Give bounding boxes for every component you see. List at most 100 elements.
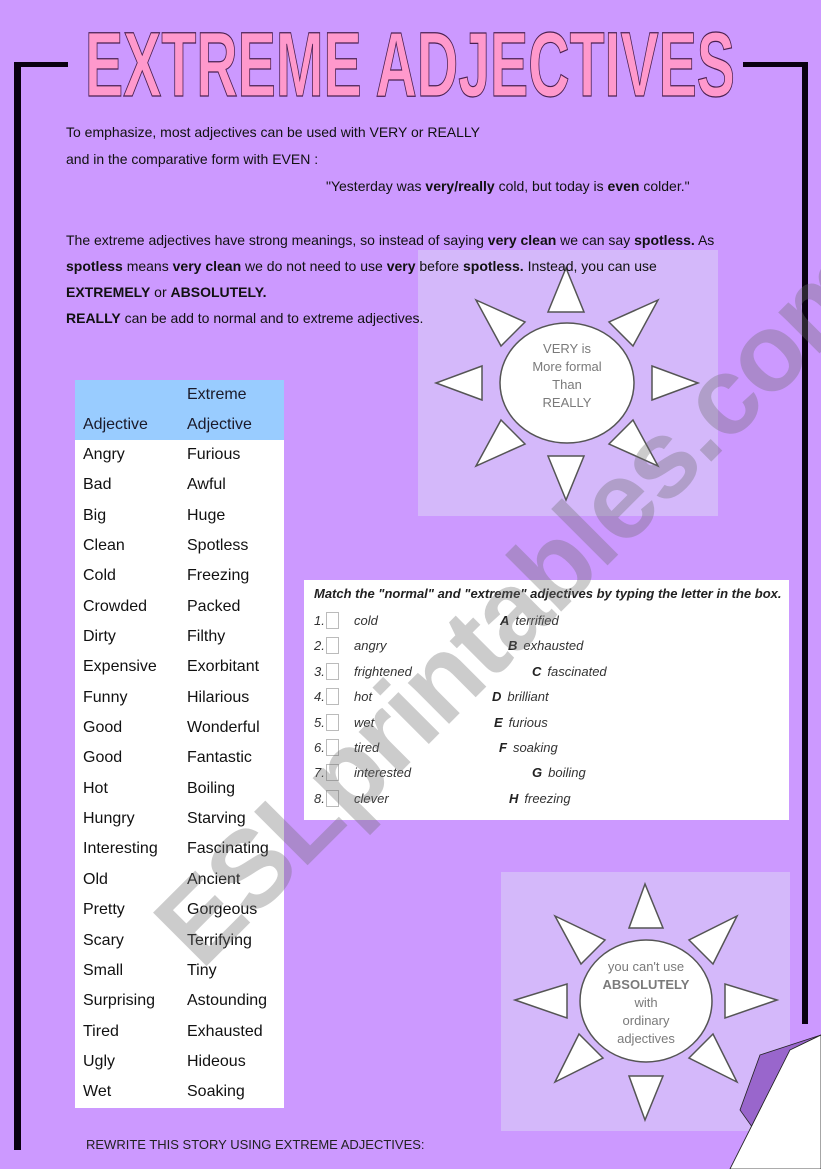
frame-right-top-bar bbox=[743, 62, 808, 67]
option-word: exhausted bbox=[523, 638, 584, 654]
intro-line-2: and in the comparative form with EVEN : bbox=[66, 151, 319, 167]
answer-box[interactable] bbox=[326, 662, 339, 680]
match-normal-word: interested bbox=[354, 765, 412, 781]
cell-extreme-adjective: Hideous bbox=[187, 1052, 246, 1070]
answer-box[interactable] bbox=[326, 637, 339, 655]
match-normal-word: angry bbox=[354, 638, 387, 654]
cell-extreme-adjective: Soaking bbox=[187, 1083, 245, 1101]
cell-adjective: Good bbox=[83, 749, 123, 767]
cell-extreme-adjective: Hilarious bbox=[187, 688, 250, 706]
table-row: Dirty Filthy bbox=[75, 622, 284, 652]
sun-line: ordinary bbox=[622, 1013, 670, 1028]
example-bold-very-really: very/really bbox=[425, 178, 495, 194]
sun-ray bbox=[546, 455, 586, 502]
answer-box[interactable] bbox=[326, 713, 339, 731]
match-row: 3. frightened Cfascinated bbox=[304, 662, 789, 684]
option-word: furious bbox=[508, 714, 548, 730]
intro-example: "Yesterday was very/really cold, but tod… bbox=[326, 173, 690, 199]
bold-text: ABSOLUTELY. bbox=[170, 284, 267, 300]
text: we do not need to use bbox=[241, 258, 387, 274]
cell-extreme-adjective: Spotless bbox=[187, 537, 249, 555]
option-letter: C bbox=[532, 663, 542, 679]
table-row: Expensive Exorbitant bbox=[75, 652, 284, 682]
text: means bbox=[122, 258, 173, 274]
explain-line-2: spotless means very clean we do not need… bbox=[66, 253, 657, 279]
header-adjective: Adjective bbox=[83, 416, 148, 433]
match-number: 6. bbox=[314, 740, 325, 755]
match-normal-word: tired bbox=[354, 740, 380, 755]
match-number: 3. bbox=[314, 663, 325, 679]
sun-line: Than bbox=[552, 377, 582, 392]
example-bold-even: even bbox=[607, 178, 640, 194]
explain-line-1: The extreme adjectives have strong meani… bbox=[66, 227, 714, 253]
table-row: Surprising Astounding bbox=[75, 986, 284, 1016]
header-extreme-line1: Extreme bbox=[187, 386, 247, 403]
sun-ray bbox=[512, 982, 568, 1020]
header-extreme-line2: Adjective bbox=[187, 416, 252, 433]
cell-adjective: Funny bbox=[83, 688, 128, 706]
match-row: 5. wet Efurious bbox=[304, 713, 789, 735]
cell-adjective: Surprising bbox=[83, 992, 156, 1010]
sun-panel-very: VERY is More formal Than REALLY bbox=[418, 250, 718, 516]
cell-adjective: Wet bbox=[83, 1083, 112, 1101]
match-option: Dbrilliant bbox=[492, 689, 549, 704]
intro-line-1: To emphasize, most adjectives can be use… bbox=[66, 124, 480, 140]
answer-box[interactable] bbox=[326, 612, 339, 629]
cell-extreme-adjective: Wonderful bbox=[187, 719, 260, 737]
match-row: 6. tired Fsoaking bbox=[304, 739, 789, 760]
answer-box[interactable] bbox=[326, 764, 339, 782]
cell-adjective: Hot bbox=[83, 779, 108, 797]
answer-box[interactable] bbox=[326, 739, 339, 756]
match-row: 1. cold Aterrified bbox=[304, 612, 789, 633]
bold-text: spotless bbox=[66, 258, 123, 274]
bold-text: spotless. bbox=[462, 258, 524, 274]
cell-adjective: Clean bbox=[83, 537, 125, 555]
table-row: Good Wonderful bbox=[75, 713, 284, 743]
table-row: Interesting Fascinating bbox=[75, 834, 284, 864]
option-letter: G bbox=[532, 765, 543, 781]
explain-line-4: REALLY can be add to normal and to extre… bbox=[66, 305, 423, 331]
cell-adjective: Good bbox=[83, 719, 123, 737]
example-text: colder." bbox=[639, 178, 690, 194]
sun-ray bbox=[724, 982, 780, 1020]
adjectives-table: Adjective Extreme Adjective Angry Furious… bbox=[75, 380, 284, 1108]
cell-adjective: Angry bbox=[83, 446, 125, 463]
option-word: terrified bbox=[515, 613, 559, 628]
bold-text: EXTREMELY bbox=[66, 284, 151, 300]
table-body: Angry Furious Bad Awful Big Huge Clean Spotless… bbox=[75, 440, 284, 1108]
match-option: Bexhausted bbox=[508, 638, 583, 653]
option-letter: D bbox=[492, 689, 502, 705]
answer-box[interactable] bbox=[326, 688, 339, 706]
option-word: freezing bbox=[524, 790, 571, 806]
cell-extreme-adjective: Starving bbox=[187, 810, 246, 828]
match-normal-word: frightened bbox=[354, 663, 412, 679]
cell-extreme-adjective: Exhausted bbox=[187, 1022, 263, 1040]
sun-line: you can't use bbox=[607, 959, 685, 974]
answer-box[interactable] bbox=[326, 789, 339, 807]
table-row: Big Huge bbox=[75, 501, 284, 531]
cell-extreme-adjective: Exorbitant bbox=[187, 658, 260, 676]
table-header: Adjective Extreme Adjective bbox=[75, 380, 284, 440]
cell-extreme-adjective: Awful bbox=[187, 476, 226, 494]
sun-line: VERY is bbox=[543, 341, 591, 356]
match-normal-word: wet bbox=[354, 714, 375, 730]
example-text: "Yesterday was bbox=[326, 178, 426, 194]
frame-left-top-bar bbox=[14, 62, 68, 67]
match-option: Gboiling bbox=[532, 765, 586, 780]
table-row: Small Tiny bbox=[75, 956, 284, 986]
cell-extreme-adjective: Terrifying bbox=[187, 931, 252, 949]
option-letter: H bbox=[509, 790, 519, 806]
match-option: Efurious bbox=[494, 715, 548, 730]
text: before bbox=[415, 258, 463, 274]
table-row: Wet Soaking bbox=[75, 1077, 284, 1107]
sun-ray bbox=[627, 1075, 665, 1123]
cell-adjective: Tired bbox=[83, 1022, 119, 1040]
sun-ray bbox=[651, 364, 701, 402]
option-letter: F bbox=[499, 740, 507, 755]
match-option: Fsoaking bbox=[499, 740, 558, 755]
cell-adjective: Hungry bbox=[83, 810, 135, 828]
text: we can say bbox=[556, 232, 635, 248]
match-row: 2. angry Bexhausted bbox=[304, 637, 789, 658]
cell-extreme-adjective: Fascinating bbox=[187, 840, 269, 858]
bold-text: spotless. bbox=[634, 232, 695, 248]
